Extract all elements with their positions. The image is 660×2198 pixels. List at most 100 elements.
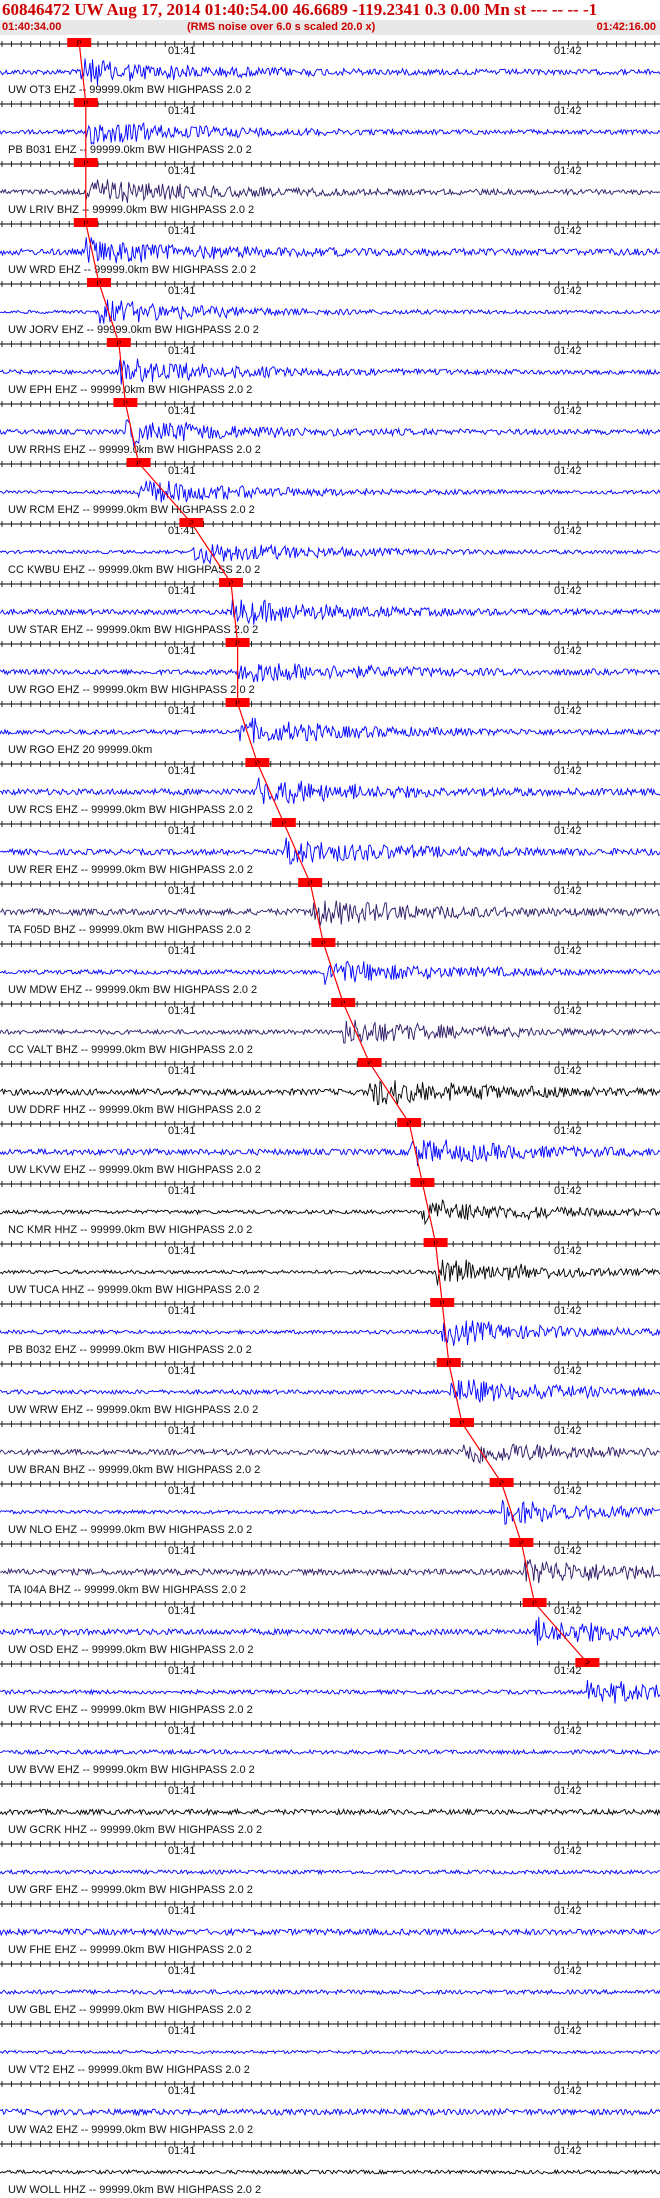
- time-label: 01:42: [554, 1425, 582, 1437]
- channel-16: 01:41 01:42 CC VALT BHZ -- 99999.0km BW HI…: [0, 998, 660, 1056]
- time-label: 01:42: [554, 945, 582, 957]
- channel-label: UW NLO EHZ -- 99999.0km BW HIGHPASS 2.0 …: [8, 1524, 252, 1536]
- channel-label: UW BVW EHZ -- 99999.0km BW HIGHPASS 2.0 …: [8, 1764, 255, 1776]
- time-label: 01:41: [168, 105, 196, 117]
- time-label: 01:42: [554, 2025, 582, 2037]
- waveform: [0, 1616, 660, 1646]
- channel-label: UW RCM EHZ -- 99999.0km BW HIGHPASS 2.0 …: [8, 504, 255, 516]
- channel-6: 01:41 01:42UW RRHS EHZ -- 99999.0km BW HI…: [0, 398, 660, 456]
- channel-5: 01:41 01:42 UW EPH EHZ -- 99999.0km BW HIG…: [0, 338, 660, 396]
- channel-34: 01:41 01:42 UW WA2 EHZ -- 99999.0km BW HIG…: [0, 2081, 660, 2136]
- waveform: [0, 237, 660, 264]
- time-label: 01:42: [554, 45, 582, 57]
- waveform: [0, 900, 660, 927]
- channel-24: 01:41 01:42 UW NLO EHZ -- 99999.0km BW HIG…: [0, 1478, 660, 1536]
- channel-29: 01:41 01:42 UW GCRK HHZ -- 99999.0km BW HI…: [0, 1781, 660, 1836]
- time-label: 01:41: [168, 285, 196, 297]
- waveform: [0, 479, 660, 503]
- channel-22: 01:41 01:42 UW WRW EHZ -- 99999.0km BW HIG…: [0, 1358, 660, 1416]
- time-label: 01:41: [168, 165, 196, 177]
- channel-3: 01:41 01:42 UW WRD EHZ -- 99999.0km BW HIG…: [0, 218, 660, 276]
- channel-1: 01:41 01:42 PB B031 EHZ -- 99999.0km BW HI…: [0, 98, 660, 156]
- channel-label: UW EPH EHZ -- 99999.0km BW HIGHPASS 2.0 …: [8, 384, 252, 396]
- waveform: [0, 179, 660, 203]
- channel-label: UW STAR EHZ -- 99999.0km BW HIGHPASS 2.0…: [8, 624, 258, 636]
- channel-4: 01:41 01:42 UW JORV EHZ -- 99999.0km BW HI…: [0, 278, 660, 336]
- time-label: 01:41: [168, 825, 196, 837]
- time-label: 01:42: [554, 345, 582, 357]
- channel-label: TA F05D BHZ -- 99999.0km BW HIGHPASS 2.0…: [8, 924, 251, 936]
- time-label: 01:41: [168, 1125, 196, 1137]
- channel-label: UW RCS EHZ -- 99999.0km BW HIGHPASS 2.0 …: [8, 804, 253, 816]
- time-label: 01:41: [168, 45, 196, 57]
- time-label: 01:42: [554, 1545, 582, 1557]
- waveform: [0, 1680, 660, 1704]
- channel-label: PB B031 EHZ -- 99999.0km BW HIGHPASS 2.0…: [8, 144, 252, 156]
- channel-label: UW WA2 EHZ -- 99999.0km BW HIGHPASS 2.0 …: [8, 2124, 253, 2136]
- waveform: [0, 1320, 660, 1346]
- channel-31: 01:41 01:42 UW FHE EHZ -- 99999.0km BW HIG…: [0, 1901, 660, 1956]
- waveform: [0, 837, 660, 865]
- time-label: 01:41: [168, 405, 196, 417]
- channel-0: 01:41 01:42 UW OT3 EHZ -- 99999.0km BW HIG…: [0, 38, 660, 96]
- channel-label: UW TUCA HHZ -- 99999.0km BW HIGHPASS 2.0…: [8, 1284, 259, 1296]
- time-label: 01:41: [168, 705, 196, 717]
- time-label: 01:42: [554, 1605, 582, 1617]
- channel-35: 01:41 01:42 UW WOLL HHZ -- 99999.0km BW HI…: [0, 2141, 660, 2196]
- seismogram-panel: 01:41 01:42 UW OT3 EHZ -- 99999.0km BW HIG…: [0, 38, 660, 2196]
- waveform: [0, 2107, 660, 2117]
- time-label: 01:42: [554, 1485, 582, 1497]
- time-bar: 01:40:34.00 (RMS noise over 6.0 s scaled…: [0, 20, 660, 35]
- time-label: 01:41: [168, 585, 196, 597]
- time-label: 01:41: [168, 2145, 196, 2157]
- waveform: [0, 1868, 660, 1876]
- channel-label: UW OSD EHZ -- 99999.0km BW HIGHPASS 2.0 …: [8, 1644, 254, 1656]
- waveform: [0, 1139, 660, 1167]
- channel-13: 01:41 01:42 UW RER EHZ -- 99999.0km BW HIG…: [0, 818, 660, 876]
- waveform: [0, 1807, 660, 1817]
- waveform: [0, 1748, 660, 1756]
- time-label: 01:42: [554, 1905, 582, 1917]
- time-label: 01:41: [168, 1245, 196, 1257]
- channel-label: UW VT2 EHZ -- 99999.0km BW HIGHPASS 2.0 …: [8, 2064, 250, 2076]
- waveform: [0, 358, 660, 385]
- time-label: 01:41: [168, 1365, 196, 1377]
- channel-28: 01:41 01:42 UW BVW EHZ -- 99999.0km BW HIG…: [0, 1721, 660, 1776]
- time-label: 01:42: [554, 1245, 582, 1257]
- channel-9: 01:41 01:42 UW STAR EHZ -- 99999.0km BW HI…: [0, 578, 660, 636]
- waveform: [0, 1019, 660, 1044]
- channel-label: UW GBL EHZ -- 99999.0km BW HIGHPASS 2.0 …: [8, 2004, 251, 2016]
- channel-10: 01:41 01:42 UW RGO EHZ -- 99999.0km BW HIG…: [0, 638, 660, 696]
- channel-21: 01:41 01:42 PB B032 EHZ -- 99999.0km BW HI…: [0, 1298, 660, 1356]
- waveform: [0, 1379, 660, 1403]
- time-label: 01:42: [554, 1845, 582, 1857]
- channel-18: 01:41 01:42 UW LKVW EHZ -- 99999.0km BW HI…: [0, 1118, 660, 1176]
- waveform: [0, 1259, 660, 1286]
- channel-label: UW GRF EHZ -- 99999.0km BW HIGHPASS 2.0 …: [8, 1884, 253, 1896]
- time-label: 01:42: [554, 2145, 582, 2157]
- time-label: 01:41: [168, 465, 196, 477]
- time-label: 01:42: [554, 645, 582, 657]
- time-label: 01:42: [554, 1305, 582, 1317]
- waveform: [0, 597, 660, 625]
- waveform: [0, 419, 660, 447]
- waveform: [0, 777, 660, 805]
- channel-26: 01:41 01:42 UW OSD EHZ -- 99999.0km BW HIG…: [0, 1598, 660, 1656]
- time-label: 01:41: [168, 1605, 196, 1617]
- time-label: 01:42: [554, 525, 582, 537]
- channel-14: 01:41 01:42 TA F05D BHZ -- 99999.0km BW HI…: [0, 878, 660, 936]
- time-label: 01:42: [554, 1365, 582, 1377]
- time-label: 01:41: [168, 1065, 196, 1077]
- plot-header: 60846472 UW Aug 17, 2014 01:40:54.00 46.…: [0, 0, 660, 36]
- time-label: 01:41: [168, 2085, 196, 2097]
- channel-8: 01:41 01:42CC KWBU EHZ -- 99999.0km BW HI…: [0, 518, 660, 576]
- time-label: 01:42: [554, 765, 582, 777]
- channel-23: 01:41 01:42 UW BRAN BHZ -- 99999.0km BW HI…: [0, 1418, 660, 1476]
- waveform: [0, 2168, 660, 2175]
- time-label: 01:41: [168, 1545, 196, 1557]
- time-label: 01:42: [554, 165, 582, 177]
- time-label: 01:42: [554, 1005, 582, 1017]
- time-label: 01:41: [168, 225, 196, 237]
- time-label: 01:42: [554, 285, 582, 297]
- time-label: 01:42: [554, 1785, 582, 1797]
